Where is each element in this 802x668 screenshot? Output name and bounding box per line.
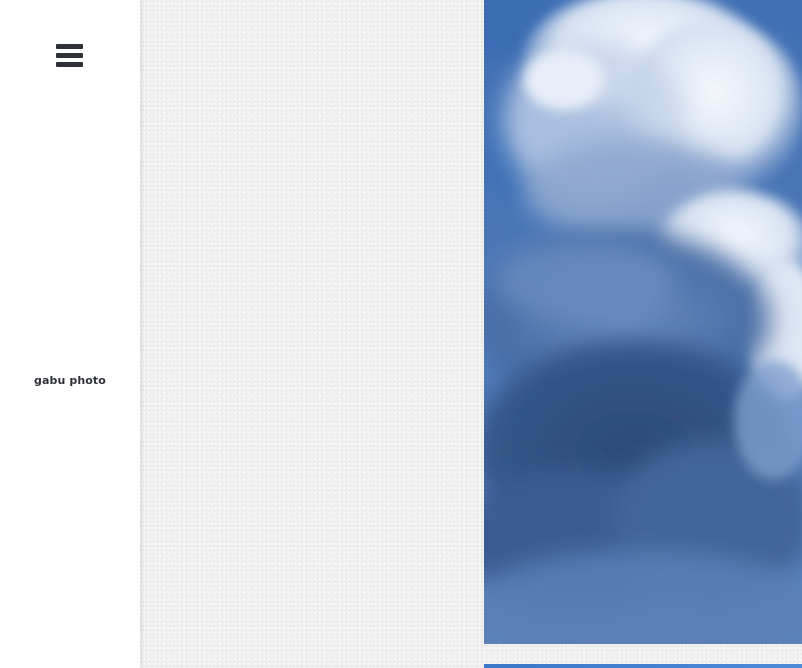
main-content [140,0,802,668]
site-brand[interactable]: gabu photo [0,374,140,387]
next-image-strip[interactable] [484,664,802,668]
hamburger-menu-icon[interactable] [55,42,85,70]
sidebar: gabu photo [0,0,140,668]
cloudy-sky-image[interactable] [484,0,802,644]
